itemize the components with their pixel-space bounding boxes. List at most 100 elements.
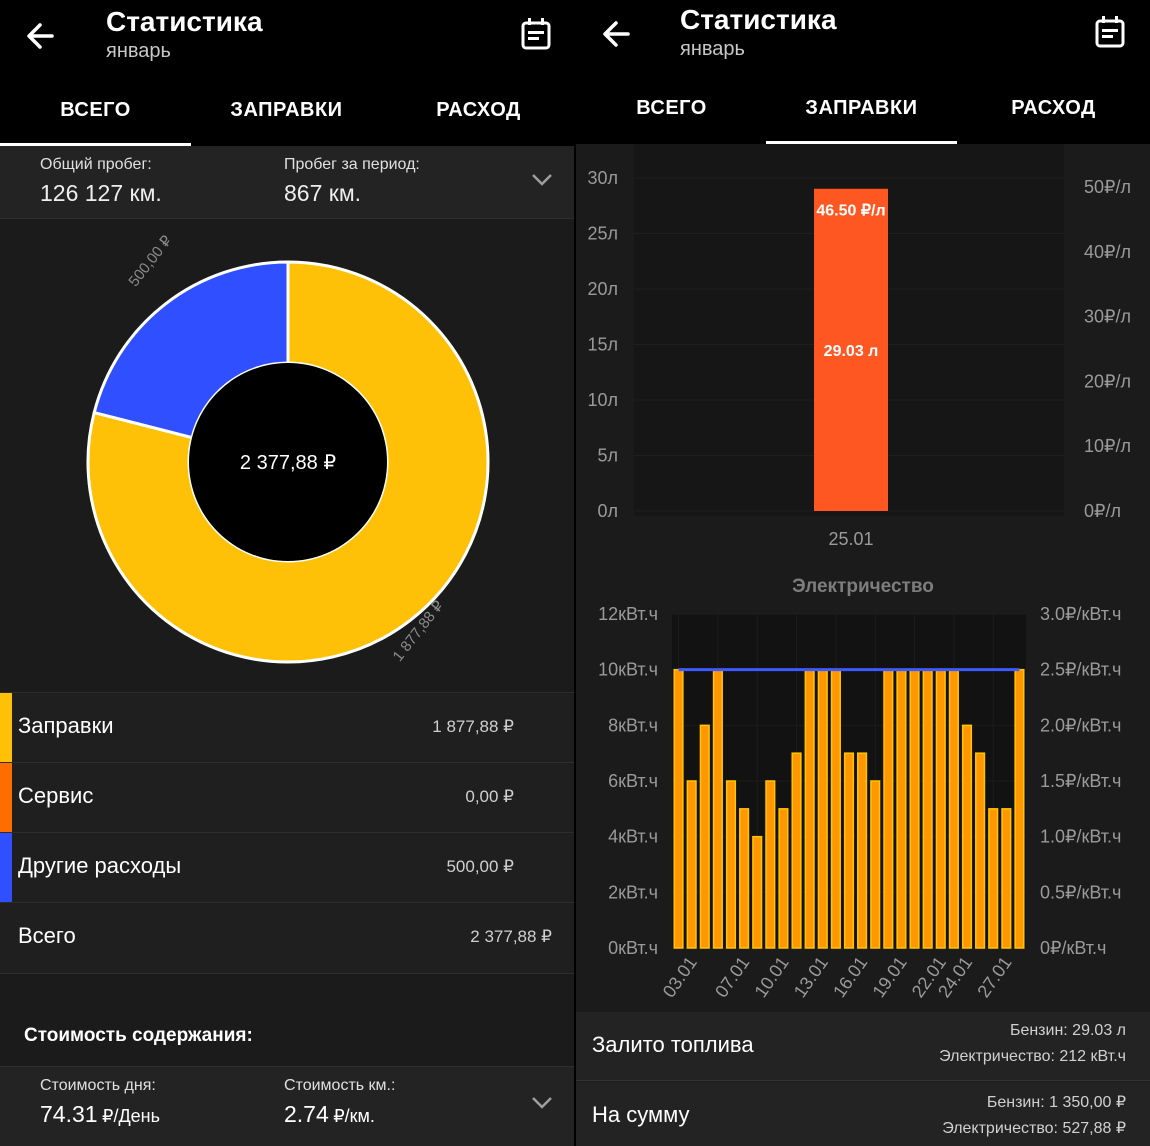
period-subtitle: январь: [106, 40, 171, 62]
sum-total-label: На сумму: [592, 1102, 690, 1127]
tab-refuels[interactable]: ЗАПРАВКИ: [766, 72, 957, 144]
category-amount: 500,00 ₽: [446, 857, 514, 876]
category-name: Заправки: [18, 713, 114, 738]
sum-total-row: На сумму Бензин: 1 350,00 ₽ Электричеств…: [576, 1082, 1150, 1146]
donut-other-label: 500,00 ₽: [125, 232, 175, 290]
elec-bar[interactable]: [843, 752, 855, 949]
elec-bar[interactable]: [935, 668, 946, 949]
elec-bar[interactable]: [1014, 668, 1025, 949]
category-amount: 0,00 ₽: [465, 787, 514, 806]
page-title: Статистика: [680, 4, 837, 35]
elec-bar[interactable]: [1001, 808, 1012, 949]
elec-y2-tick: 3.0₽/кВт.ч: [1040, 604, 1121, 624]
electricity-chart: 0кВт.ч 2кВт.ч 4кВт.ч 6кВт.ч 8кВт.ч 10кВт.ч 12к…: [598, 604, 1121, 1001]
category-row-other[interactable]: Другие расходы 500,00 ₽: [0, 832, 574, 903]
fuel-bar-label: 29.03 л: [824, 343, 879, 360]
fuel-total-gas: Бензин: 29.03 л: [1009, 1022, 1126, 1039]
elec-bar[interactable]: [699, 724, 710, 949]
elec-y2-tick: 0₽/кВт.ч: [1040, 938, 1106, 958]
elec-bar[interactable]: [883, 668, 894, 949]
elec-bar[interactable]: [817, 668, 828, 949]
elec-bar[interactable]: [961, 724, 973, 949]
fuel-price-label: 46.50 ₽/л: [816, 203, 885, 220]
day-cost-unit: ₽/День: [102, 1106, 160, 1126]
app-bar: Статистика январь: [0, 0, 574, 74]
back-arrow-icon[interactable]: [22, 18, 62, 54]
km-cost-unit: ₽/км.: [333, 1106, 375, 1126]
total-mileage-value: 126 127 км.: [40, 180, 162, 206]
elec-x-tick: 16.01: [829, 953, 871, 1001]
fuel-x-tick: 25.01: [828, 529, 873, 549]
chevron-down-icon[interactable]: [530, 1095, 554, 1111]
fuel-total-label: Залито топлива: [592, 1032, 754, 1057]
elec-bar[interactable]: [857, 752, 868, 949]
day-cost-value: 74.31: [40, 1101, 98, 1127]
elec-bar[interactable]: [752, 835, 763, 949]
elec-bar[interactable]: [686, 780, 697, 949]
elec-x-tick: 19.01: [869, 953, 911, 1001]
fuel-y2-tick: 50₽/л: [1084, 177, 1131, 197]
page-title: Статистика: [106, 6, 263, 37]
fuel-y-tick: 30л: [587, 168, 618, 188]
fuel-y-tick: 15л: [587, 335, 618, 355]
elec-x-tick: 13.01: [790, 953, 832, 1001]
category-row-refuels[interactable]: Заправки 1 877,88 ₽: [0, 692, 574, 763]
stats-screen-refuels: Статистика январь ВСЕГО ЗАПРАВКИ РАСХОД …: [576, 0, 1150, 1146]
elec-bar[interactable]: [909, 668, 920, 949]
elec-bar[interactable]: [778, 808, 789, 949]
calendar-icon[interactable]: [518, 16, 554, 52]
mileage-card[interactable]: Общий пробег: 126 127 км. Пробег за пери…: [0, 146, 574, 219]
fuel-y2-tick: 0₽/л: [1084, 501, 1121, 521]
elec-y-tick: 4кВт.ч: [608, 827, 658, 847]
sum-total-electric: Электричество: 527,88 ₽: [942, 1120, 1126, 1137]
elec-bar[interactable]: [673, 668, 684, 949]
maintenance-heading: Стоимость содержания:: [24, 1025, 253, 1046]
expenses-donut-chart: 2 377,88 ₽ 500,00 ₽ 1 877,88 ₽: [86, 232, 490, 665]
calendar-icon[interactable]: [1092, 14, 1128, 50]
tab-total[interactable]: ВСЕГО: [576, 72, 767, 144]
elec-bar[interactable]: [975, 752, 986, 949]
elec-bar[interactable]: [765, 780, 776, 949]
elec-bar[interactable]: [804, 668, 815, 949]
fuel-y2-tick: 40₽/л: [1084, 242, 1131, 262]
elec-bar[interactable]: [922, 668, 933, 949]
elec-bar[interactable]: [791, 752, 802, 949]
elec-y-tick: 12кВт.ч: [598, 604, 658, 624]
elec-y2-tick: 2.5₽/кВт.ч: [1040, 660, 1121, 680]
day-cost-label: Стоимость дня:: [40, 1077, 156, 1094]
category-amount: 2 377,88 ₽: [470, 927, 552, 946]
back-arrow-icon[interactable]: [598, 16, 638, 52]
sum-total-gas: Бензин: 1 350,00 ₽: [986, 1094, 1126, 1111]
fuel-total-row: Залито топлива Бензин: 29.03 л Электриче…: [576, 1012, 1150, 1081]
elec-bar[interactable]: [948, 668, 959, 949]
fuel-y-tick: 20л: [587, 279, 618, 299]
tab-bar: ВСЕГО ЗАПРАВКИ РАСХОД: [0, 74, 574, 146]
elec-bar[interactable]: [830, 668, 841, 949]
elec-y-tick: 10кВт.ч: [598, 660, 658, 680]
tab-consumption[interactable]: РАСХОД: [383, 74, 574, 146]
elec-x-tick: 03.01: [659, 953, 701, 1001]
elec-x-tick: 27.01: [973, 953, 1015, 1001]
day-cost: 74.31 ₽/День: [40, 1101, 160, 1128]
tab-refuels[interactable]: ЗАПРАВКИ: [191, 74, 382, 146]
elec-bar[interactable]: [896, 668, 907, 949]
category-row-service[interactable]: Сервис 0,00 ₽: [0, 762, 574, 833]
elec-bar[interactable]: [725, 780, 737, 949]
tab-consumption[interactable]: РАСХОД: [958, 72, 1149, 144]
category-name: Другие расходы: [18, 853, 182, 878]
tab-total[interactable]: ВСЕГО: [0, 74, 191, 146]
elec-y2-tick: 1.0₽/кВт.ч: [1040, 827, 1121, 847]
elec-bar[interactable]: [988, 808, 999, 949]
elec-bar[interactable]: [712, 668, 723, 949]
elec-bar[interactable]: [739, 808, 750, 949]
km-cost-label: Стоимость км.:: [284, 1077, 396, 1094]
app-bar: Статистика январь: [576, 0, 1150, 72]
elec-y-tick: 2кВт.ч: [608, 882, 658, 902]
chevron-down-icon[interactable]: [530, 172, 554, 188]
elec-bar[interactable]: [870, 780, 881, 949]
elec-x-tick: 07.01: [711, 953, 753, 1001]
maintenance-card[interactable]: Стоимость дня: 74.31 ₽/День Стоимость км…: [0, 1066, 574, 1146]
fuel-y2-tick: 20₽/л: [1084, 371, 1131, 391]
elec-y2-tick: 1.5₽/кВт.ч: [1040, 771, 1121, 791]
fuel-y2-tick: 10₽/л: [1084, 436, 1131, 456]
